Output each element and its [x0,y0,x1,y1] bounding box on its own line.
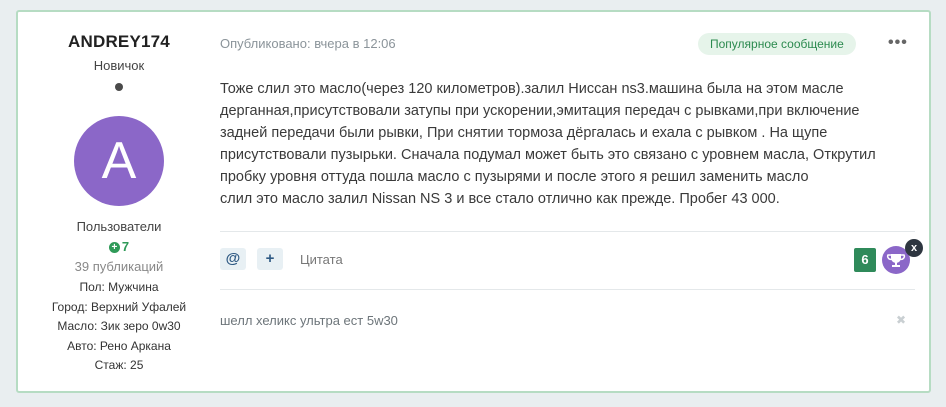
reputation-value: 7 [121,239,130,254]
divider [220,231,915,232]
post-line: присутствовали пузырьки. Сначала подумал… [220,147,876,163]
author-panel: ANDREY174 Новичок A Пользователи +7 39 п… [18,12,220,391]
profile-field-car: Авто: Рено Аркана [67,338,171,353]
post-line: дерганная,присутствовали затупы при уско… [220,103,860,119]
plus-circle-icon: + [108,242,120,254]
reaction-count[interactable]: 6 [854,248,876,272]
post-line: Тоже слил это масло(через 120 километров… [220,81,844,97]
reputation: +7 [18,239,220,254]
author-group: Пользователи [76,219,162,234]
author-name[interactable]: ANDREY174 [18,32,220,52]
post-meta[interactable]: Опубликовано: вчера в 12:06 [220,36,396,51]
profile-fields: Пол: Мужчина Город: Верхний Уфалей Масло… [18,278,220,376]
profile-field-oil: Масло: Зик зеро 0w30 [57,319,181,333]
signature: шелл хеликс ультра ест 5w30 [220,313,398,328]
divider [220,289,915,290]
hide-signature-icon[interactable]: ✖ [896,313,906,327]
post-line: пробку уровня оттуда пошла масло с пузыр… [220,169,809,185]
close-reaction-button[interactable]: x [905,239,923,257]
profile-field-gender: Пол: Мужчина [79,280,159,294]
profile-field-experience: Стаж: 25 [94,358,144,372]
profile-field-city: Город: Верхний Уфалей [51,299,187,314]
posts-count[interactable]: 39 публикаций [18,259,220,274]
post-content: Тоже слил это масло(через 120 километров… [220,78,910,210]
quote-button[interactable]: Цитата [300,252,343,267]
post-line: слил это масло залил Nissan NS 3 и все с… [220,191,780,207]
multiquote-button[interactable]: + [257,248,283,270]
popular-badge: Популярное сообщение [698,33,856,55]
mention-button[interactable]: @ [220,248,246,270]
post-line: задней передачи были рывки, При снятии т… [220,125,828,141]
online-status-dot [115,83,123,91]
more-options-icon[interactable]: ••• [888,34,908,52]
author-rank: Новичок [93,58,145,73]
avatar[interactable]: A [74,116,164,206]
forum-post: ANDREY174 Новичок A Пользователи +7 39 п… [16,10,931,393]
